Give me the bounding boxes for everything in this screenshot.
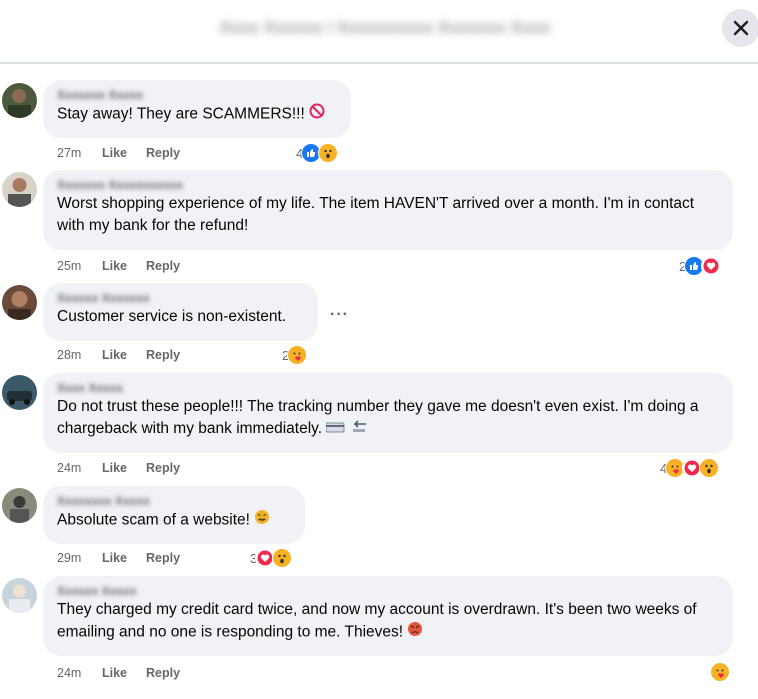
avatar[interactable] <box>2 488 37 523</box>
like-link[interactable]: Like <box>102 461 146 475</box>
comment-bubble: Xxxxxx Xxxxxxx Customer service is non-e… <box>43 283 318 341</box>
dialog-title: Xxxx Xxxxxx / Xxxxxxxxxx Xxxxxxx Xxxx <box>219 18 551 37</box>
comment-timestamp[interactable]: 24m <box>57 461 102 475</box>
comment-bubble: Xxxxxxx Xxxxxxxxxxx Worst shopping exper… <box>43 170 733 250</box>
reply-link[interactable]: Reply <box>146 146 180 160</box>
back-arrow-emoji-icon <box>350 418 368 440</box>
reply-link[interactable]: Reply <box>146 348 180 362</box>
comment-author[interactable]: Xxxxxx Xxxxx <box>57 584 719 599</box>
like-link[interactable]: Like <box>102 551 146 565</box>
comment-author[interactable]: Xxxxxxx Xxxxx <box>57 88 337 103</box>
comment-bubble: Xxxxxxx Xxxxx Stay away! They are SCAMME… <box>43 80 351 138</box>
close-button[interactable] <box>722 9 758 47</box>
avatar[interactable] <box>2 375 37 410</box>
angry-face-emoji-icon <box>407 621 423 644</box>
reply-link[interactable]: Reply <box>146 551 180 565</box>
like-link[interactable]: Like <box>102 146 146 160</box>
comment-text: Do not trust these people!!! The trackin… <box>57 398 699 438</box>
reply-link[interactable]: Reply <box>146 666 180 680</box>
reaction-summary[interactable]: 4 <box>296 143 339 163</box>
comment-bubble: Xxxxxx Xxxxx They charged my credit card… <box>43 576 733 656</box>
comment-text: Absolute scam of a website! <box>57 511 250 529</box>
care-reaction-icon <box>710 662 730 682</box>
like-link[interactable]: Like <box>102 348 146 362</box>
comment-timestamp[interactable]: 24m <box>57 666 102 680</box>
credit-card-emoji-icon <box>325 418 346 440</box>
love-reaction-icon <box>701 256 722 276</box>
reaction-summary[interactable]: 4 <box>660 458 720 478</box>
reply-link[interactable]: Reply <box>146 461 180 475</box>
avatar[interactable] <box>2 285 37 320</box>
like-link[interactable]: Like <box>102 666 146 680</box>
wow-reaction-icon <box>318 143 339 163</box>
prohibited-emoji-icon <box>309 103 325 126</box>
comment-author[interactable]: Xxxxxxx Xxxxxxxxxxx <box>57 178 719 193</box>
comment-author[interactable]: Xxxxxx Xxxxxxx <box>57 291 304 306</box>
reaction-summary[interactable] <box>710 662 730 682</box>
comment-text: They charged my credit card twice, and n… <box>57 601 697 641</box>
reaction-summary[interactable]: 2 <box>679 256 722 276</box>
comment-author[interactable]: Xxxxxxxx Xxxxx <box>57 494 291 509</box>
reply-link[interactable]: Reply <box>146 259 180 273</box>
comment-timestamp[interactable]: 27m <box>57 146 102 160</box>
wow-reaction-icon <box>699 458 720 478</box>
comment-text: Customer service is non-existent. <box>57 308 287 325</box>
like-link[interactable]: Like <box>102 259 146 273</box>
comment-bubble: Xxxx Xxxxx Do not trust these people!!! … <box>43 373 733 453</box>
care-reaction-icon <box>287 345 308 365</box>
wow-reaction-icon <box>272 548 293 568</box>
reaction-summary[interactable]: 3 <box>250 548 293 568</box>
avatar[interactable] <box>2 172 37 207</box>
comment-text: Stay away! They are SCAMMERS!!! <box>57 105 305 123</box>
confounded-face-emoji-icon <box>254 509 270 532</box>
more-options-icon[interactable]: ··· <box>330 306 349 324</box>
comment-text: Worst shopping experience of my life. Th… <box>57 195 695 234</box>
avatar[interactable] <box>2 83 37 118</box>
dialog-header: Xxxx Xxxxxx / Xxxxxxxxxx Xxxxxxx Xxxx <box>0 0 758 64</box>
comment-timestamp[interactable]: 28m <box>57 348 102 362</box>
comment-author[interactable]: Xxxx Xxxxx <box>57 381 719 396</box>
close-icon <box>733 20 749 36</box>
reaction-summary[interactable]: 2 <box>282 345 308 365</box>
comment-timestamp[interactable]: 25m <box>57 259 102 273</box>
comment-timestamp[interactable]: 29m <box>57 551 102 565</box>
avatar[interactable] <box>2 578 37 613</box>
comment-bubble: Xxxxxxxx Xxxxx Absolute scam of a websit… <box>43 486 305 544</box>
